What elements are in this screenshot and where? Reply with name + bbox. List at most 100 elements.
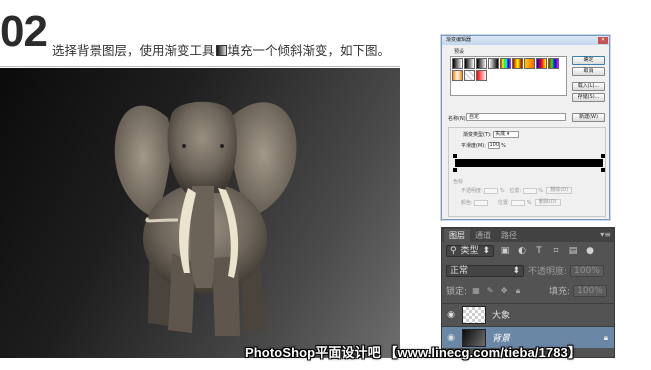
color-location-label: 位置: xyxy=(497,200,510,206)
panel-tabs: 图层 通道 路径 xyxy=(442,228,614,242)
header-divider xyxy=(0,66,400,67)
smoothness-unit: % xyxy=(501,143,506,149)
chevron-down-icon: ⬍ xyxy=(482,246,490,256)
document-canvas[interactable] xyxy=(0,68,400,358)
lock-label: 锁定: xyxy=(446,287,468,297)
gradient-type-label: 渐变类型(T): xyxy=(463,132,492,138)
stop-location-label: 位置: xyxy=(509,188,522,194)
name-field[interactable]: 自定 xyxy=(466,113,566,121)
delete-color-stop-button[interactable]: 删除(D) xyxy=(534,199,561,206)
gradient-bar-area xyxy=(453,154,605,172)
layer-row[interactable]: ◉ 大象 xyxy=(442,303,614,325)
panel-menu-icon[interactable]: ▾≡ xyxy=(600,230,611,239)
type-filter-icon[interactable]: T xyxy=(533,245,545,257)
filter-row: ⚲ 类型 ⬍ ▣ ◐ T ⌗ ▤ ● xyxy=(442,245,614,257)
chevron-down-icon: ⬍ xyxy=(512,265,520,276)
blend-row: 正常 ⬍ 不透明度: 100% xyxy=(442,264,614,277)
preset-swatch[interactable] xyxy=(452,70,463,81)
stop-opacity-unit: % xyxy=(499,188,505,194)
gradient-editor-dialog: 渐变编辑器 ✕ 预设 确定 取消 载入(L)... 存储(S)... 名称(N)… xyxy=(441,35,610,220)
shape-filter-icon[interactable]: ⌗ xyxy=(550,245,562,257)
gradient-type-select[interactable]: 实底 ▾ xyxy=(493,131,520,138)
step-text-start: 选择背景图层，使用渐变工具 xyxy=(52,43,215,58)
adjustment-filter-icon[interactable]: ◐ xyxy=(516,245,528,257)
smoothness-row: 平滑度(M): 100 % xyxy=(461,142,506,149)
save-button[interactable]: 存储(S)... xyxy=(572,93,605,102)
preset-swatch[interactable] xyxy=(500,58,511,69)
lock-transparent-icon[interactable]: ▦ xyxy=(471,286,481,296)
delete-opacity-stop-button[interactable]: 删除(D) xyxy=(546,187,573,194)
color-stop-right[interactable] xyxy=(601,168,605,172)
filter-toggle-icon[interactable]: ● xyxy=(584,245,596,257)
gradient-tool-icon xyxy=(215,45,227,56)
filter-type-select[interactable]: ⚲ 类型 ⬍ xyxy=(446,245,494,257)
lock-icon: 🔒︎ xyxy=(603,332,608,342)
name-label: 名称(N): xyxy=(448,116,468,122)
pixel-filter-icon[interactable]: ▣ xyxy=(499,245,511,257)
tab-layers[interactable]: 图层 xyxy=(444,229,470,242)
preset-swatch[interactable] xyxy=(464,58,475,69)
smart-object-filter-icon[interactable]: ▤ xyxy=(567,245,579,257)
preset-swatch[interactable] xyxy=(476,70,487,81)
layers-panel: 图层 通道 路径 ▾≡ ⚲ 类型 ⬍ ▣ ◐ T ⌗ ▤ ● 正常 ⬍ 不透明度… xyxy=(441,227,615,358)
search-icon: ⚲ xyxy=(450,246,457,256)
new-button[interactable]: 新建(W) xyxy=(572,113,605,122)
layer-name: 大象 xyxy=(492,311,511,321)
opacity-label: 不透明度: xyxy=(528,267,568,277)
step-number: 02 xyxy=(0,7,48,56)
smoothness-field[interactable]: 100 xyxy=(487,142,500,149)
stop-opacity-field[interactable] xyxy=(484,187,499,194)
elephant-image xyxy=(114,101,297,336)
ok-button[interactable]: 确定 xyxy=(572,56,605,65)
blend-mode-select[interactable]: 正常 ⬍ xyxy=(446,264,524,277)
fill-field[interactable]: 100% xyxy=(573,284,607,297)
step-instruction: 选择背景图层，使用渐变工具 填充一个倾斜渐变，如下图。 xyxy=(52,40,390,59)
lock-all-icon[interactable]: 🔒︎ xyxy=(513,286,523,296)
cancel-button[interactable]: 取消 xyxy=(572,67,605,76)
color-stop-row: 颜色: 位置: % 删除(D) xyxy=(461,199,561,206)
preset-swatch[interactable] xyxy=(536,58,547,69)
preset-swatch[interactable] xyxy=(464,70,475,81)
tab-channels[interactable]: 通道 xyxy=(470,229,496,242)
load-button[interactable]: 载入(L)... xyxy=(572,82,605,91)
preset-swatch[interactable] xyxy=(476,58,487,69)
gradient-type-value: 实底 xyxy=(495,131,506,137)
gradient-bar[interactable] xyxy=(455,159,603,167)
step-text-end: 填充一个倾斜渐变，如下图。 xyxy=(227,43,391,58)
stop-location-unit: % xyxy=(538,188,544,194)
lock-row: 锁定: ▦ ✎ ✥ 🔒︎ 填充: 100% xyxy=(442,284,614,297)
smoothness-label: 平滑度(M): xyxy=(461,143,486,149)
preset-swatch[interactable] xyxy=(512,58,523,69)
opacity-stop-left[interactable] xyxy=(453,154,457,158)
color-stop-left[interactable] xyxy=(453,168,457,172)
tab-paths[interactable]: 路径 xyxy=(496,229,522,242)
stop-color-swatch[interactable] xyxy=(474,199,489,206)
dialog-title: 渐变编辑器 xyxy=(442,36,609,45)
visibility-eye-icon[interactable]: ◉ xyxy=(442,310,460,320)
preset-swatch[interactable] xyxy=(548,58,559,69)
watermark: PhotoShop平面设计吧 【www.linecg.com/tieba/178… xyxy=(245,345,581,360)
stop-color-label: 颜色: xyxy=(461,200,473,206)
visibility-eye-icon[interactable]: ◉ xyxy=(442,333,460,343)
gradient-presets xyxy=(450,56,567,96)
opacity-stop-row: 不透明度: % 位置: % 删除(D) xyxy=(461,187,573,194)
opacity-field[interactable]: 100% xyxy=(570,264,604,277)
stop-location-field[interactable] xyxy=(522,187,537,194)
fill-label: 填充: xyxy=(549,287,571,297)
lock-position-icon[interactable]: ✥ xyxy=(499,286,509,296)
presets-label: 预设 xyxy=(454,49,465,55)
blend-mode-value: 正常 xyxy=(450,265,469,276)
stop-opacity-label: 不透明度: xyxy=(461,188,483,194)
stops-group-label: 色标 xyxy=(453,179,464,185)
opacity-stop-right[interactable] xyxy=(601,154,605,158)
color-location-field[interactable] xyxy=(511,199,526,206)
layer-thumbnail xyxy=(462,305,486,324)
gradient-type-row: 渐变类型(T): 实底 ▾ xyxy=(463,131,520,138)
close-icon[interactable]: ✕ xyxy=(598,37,608,44)
lock-image-icon[interactable]: ✎ xyxy=(485,286,495,296)
color-location-unit: % xyxy=(526,200,532,206)
preset-swatch[interactable] xyxy=(488,58,499,69)
preset-swatch[interactable] xyxy=(452,58,463,69)
preset-swatch[interactable] xyxy=(524,58,535,69)
gradient-settings-group: 渐变类型(T): 实底 ▾ 平滑度(M): 100 % 色标 不透明度: % 位… xyxy=(448,127,606,217)
